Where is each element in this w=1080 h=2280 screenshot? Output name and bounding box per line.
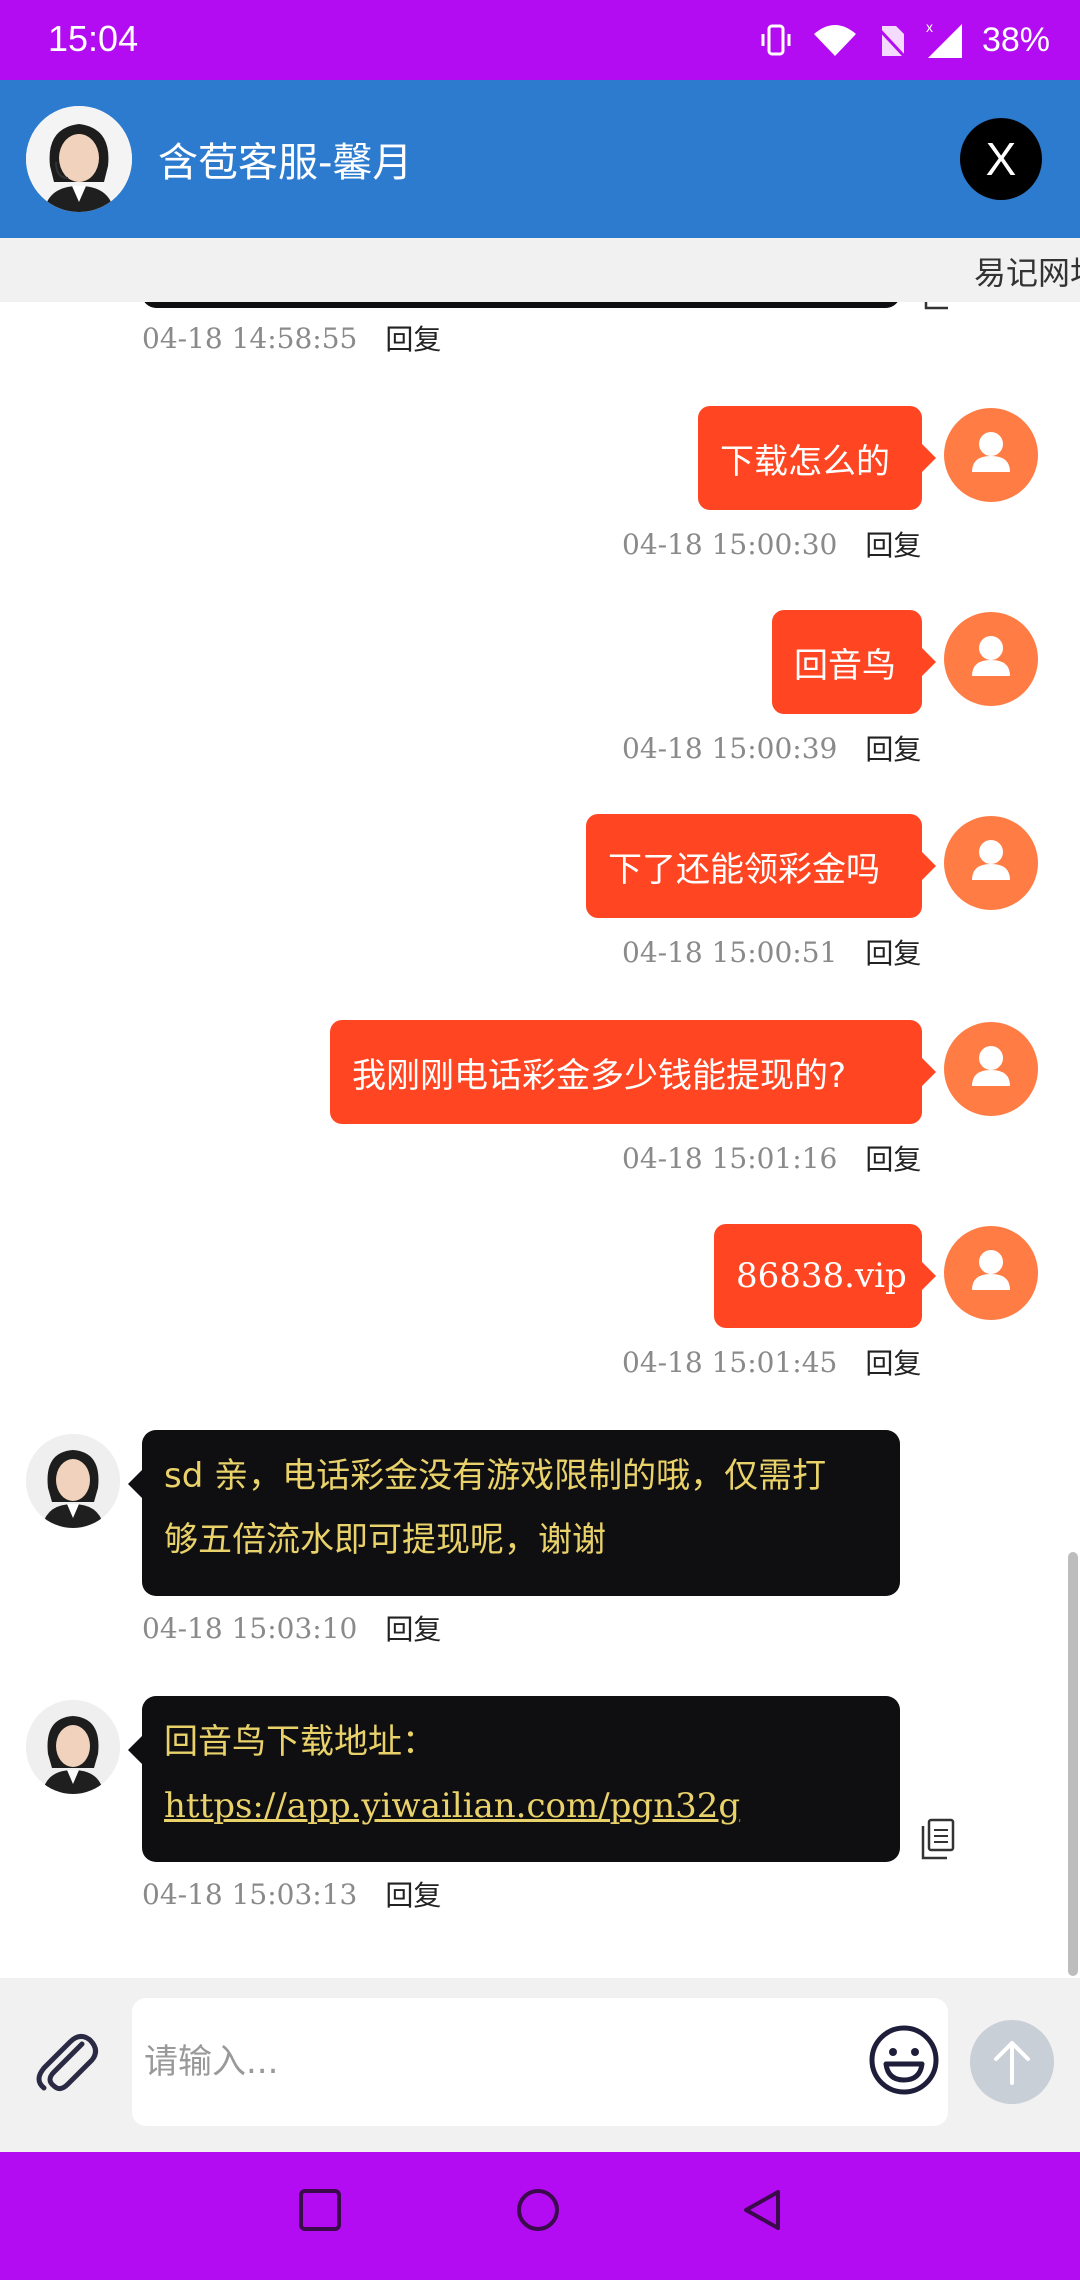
- download-link[interactable]: https://app.yiwailian.com/pgn32g: [164, 1786, 740, 1826]
- reply-link[interactable]: 回复: [865, 728, 921, 768]
- reply-link[interactable]: 回复: [385, 1608, 441, 1648]
- outgoing-message: 下载怎么的: [698, 406, 936, 510]
- signal-icon: x: [926, 20, 962, 58]
- outgoing-message: 下了还能领彩金吗: [586, 814, 936, 918]
- vibrate-icon: [761, 24, 791, 56]
- message-time: 04-18 15:00:30: [622, 527, 838, 561]
- agent-avatar: [26, 1700, 120, 1794]
- user-icon: [972, 840, 1010, 880]
- home-icon[interactable]: [516, 2188, 560, 2232]
- chat-title: 含苞客服-馨月: [158, 140, 413, 186]
- reply-link[interactable]: 回复: [385, 1874, 441, 1914]
- message-text: 我刚刚电话彩金多少钱能提现的?: [352, 1055, 847, 1096]
- user-avatar: [944, 612, 1038, 706]
- announcement-marquee: 易记网址: [0, 238, 1080, 302]
- message-text-line: 回音鸟下载地址：: [164, 1722, 436, 1762]
- reply-link[interactable]: 回复: [385, 318, 441, 358]
- user-avatar: [944, 1022, 1038, 1116]
- message-composer: [0, 1978, 1080, 2152]
- incoming-message: 回音鸟下载地址： https://app.yiwailian.com/pgn32…: [128, 1696, 900, 1862]
- message-meta: 04-18 15:00:51 回复: [622, 932, 921, 972]
- chat-header: 含苞客服-馨月 X: [0, 80, 1080, 238]
- message-meta: 04-18 15:03:13 回复: [142, 1874, 441, 1914]
- message-text: 86838.vip: [736, 1256, 907, 1296]
- outgoing-message: 86838.vip: [714, 1224, 936, 1328]
- agent-avatar: [26, 1434, 120, 1528]
- chat-scrollbar[interactable]: [1068, 1552, 1078, 1976]
- copy-icon[interactable]: [920, 302, 954, 314]
- system-nav-bar: [0, 2152, 1080, 2280]
- wifi-icon: [813, 25, 856, 56]
- message-meta: 04-18 14:58:55 回复: [142, 318, 441, 358]
- battery-percent: 38%: [981, 20, 1050, 59]
- message-time: 04-18 14:58:55: [142, 321, 358, 355]
- close-button[interactable]: X: [960, 118, 1042, 200]
- message-time: 04-18 15:03:13: [142, 1877, 358, 1911]
- user-icon: [972, 1250, 1010, 1290]
- copy-icon[interactable]: [920, 1818, 956, 1860]
- user-icon: [972, 1046, 1010, 1086]
- smiley-icon[interactable]: [868, 2024, 940, 2096]
- outgoing-message: 我刚刚电话彩金多少钱能提现的?: [330, 1020, 936, 1124]
- user-icon: [972, 636, 1010, 676]
- message-meta: 04-18 15:01:16 回复: [622, 1138, 921, 1178]
- user-avatar: [944, 1226, 1038, 1320]
- message-time: 04-18 15:01:16: [622, 1141, 838, 1175]
- message-time: 04-18 15:00:51: [622, 935, 838, 969]
- reply-link[interactable]: 回复: [865, 932, 921, 972]
- status-icons: x 38%: [758, 16, 1050, 64]
- message-text: 下了还能领彩金吗: [608, 849, 880, 890]
- status-bar: 15:04 x 38%: [0, 0, 1080, 80]
- message-text-line: sd 亲，电话彩金没有游戏限制的哦，仅需打: [164, 1456, 827, 1496]
- message-meta: 04-18 15:00:39 回复: [622, 728, 921, 768]
- paperclip-icon[interactable]: [30, 2026, 100, 2096]
- message-text: 回音鸟: [794, 645, 896, 686]
- recents-icon[interactable]: [298, 2188, 342, 2232]
- reply-link[interactable]: 回复: [865, 1138, 921, 1178]
- no-sim-icon: [876, 26, 906, 58]
- arrow-up-icon: [994, 2041, 1030, 2085]
- message-time: 04-18 15:00:39: [622, 731, 838, 765]
- message-time: 04-18 15:03:10: [142, 1611, 358, 1645]
- incoming-message: sd 亲，电话彩金没有游戏限制的哦，仅需打 够五倍流水即可提现呢，谢谢: [128, 1430, 900, 1596]
- message-input[interactable]: [144, 2028, 844, 2096]
- message-meta: 04-18 15:00:30 回复: [622, 524, 921, 564]
- message-text: 下载怎么的: [720, 441, 890, 482]
- agent-avatar: [26, 106, 132, 212]
- message-meta: 04-18 15:01:45 回复: [622, 1342, 921, 1382]
- message-meta: 04-18 15:03:10 回复: [142, 1608, 441, 1648]
- partial-agent-bubble: [142, 302, 900, 308]
- status-time: 15:04: [48, 18, 139, 59]
- user-icon: [972, 432, 1010, 472]
- user-avatar: [944, 816, 1038, 910]
- svg-text:x: x: [926, 20, 933, 35]
- send-button[interactable]: [970, 2020, 1054, 2104]
- back-icon[interactable]: [740, 2188, 784, 2232]
- outgoing-message: 回音鸟: [772, 610, 936, 714]
- reply-link[interactable]: 回复: [865, 1342, 921, 1382]
- chat-messages[interactable]: 04-18 14:58:55 回复 下载怎么的 04-18 15:00:30 回…: [0, 302, 1080, 1978]
- reply-link[interactable]: 回复: [865, 524, 921, 564]
- message-input-box: [132, 1998, 948, 2126]
- marquee-text: 易记网址: [974, 254, 1080, 292]
- message-text-line: 够五倍流水即可提现呢，谢谢: [164, 1520, 606, 1560]
- message-time: 04-18 15:01:45: [622, 1345, 838, 1379]
- user-avatar: [944, 408, 1038, 502]
